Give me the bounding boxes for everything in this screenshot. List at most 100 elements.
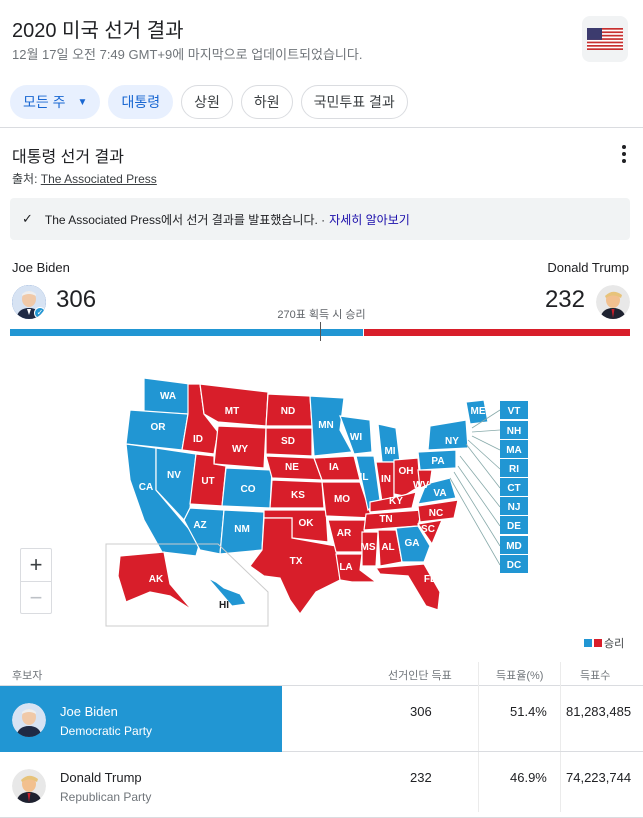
us-flag-icon: [587, 28, 623, 50]
page-title: 2020 미국 선거 결과: [12, 20, 184, 42]
threshold-marker: [320, 322, 321, 341]
chip-label: 국민투표 결과: [313, 94, 395, 110]
header-percent: 득표율(%): [496, 670, 544, 682]
state-label-WA: WA: [160, 391, 176, 402]
state-label-DC: DC: [507, 560, 521, 571]
state-label-OR: OR: [151, 422, 167, 433]
results-table-header: 후보자 선거인단 득표 득표율(%) 득표수: [0, 662, 643, 686]
legend-rep-swatch: [594, 639, 602, 647]
avatar: [12, 703, 46, 737]
state-label-KS: KS: [291, 490, 305, 501]
more-options-icon[interactable]: [616, 143, 632, 165]
chip-senate[interactable]: 상원: [181, 85, 233, 119]
right-candidate-name: Donald Trump: [547, 260, 629, 275]
vote-count: 74,223,744: [566, 770, 632, 785]
threshold-label: 270표 획득 시 승리: [277, 309, 366, 321]
state-MT[interactable]: [199, 383, 269, 427]
state-label-NV: NV: [167, 470, 181, 481]
zoom-out-button[interactable]: −: [21, 581, 51, 613]
state-label-NH: NH: [507, 426, 521, 437]
state-label-FL: FL: [424, 574, 436, 585]
caret-down-icon: ▼: [77, 96, 88, 108]
state-label-WY: WY: [232, 444, 248, 455]
state-label-ME: ME: [471, 406, 486, 417]
state-label-PA: PA: [431, 456, 444, 467]
state-label-DE: DE: [507, 521, 521, 532]
source-prefix: 출처:: [12, 172, 41, 186]
zoom-in-button[interactable]: +: [21, 549, 51, 581]
filter-chips: 모든 주 ▼ 대통령 상원 하원 국민투표 결과: [10, 85, 408, 119]
state-label-MI: MI: [384, 446, 395, 457]
learn-more-link[interactable]: 자세히 알아보기: [329, 211, 410, 228]
chip-label: 모든 주: [23, 94, 66, 110]
legend-dem-swatch: [584, 639, 592, 647]
zoom-control: + −: [20, 548, 52, 614]
state-label-GA: GA: [405, 538, 420, 549]
state-label-NE: NE: [285, 462, 299, 473]
rep-electoral-bar: [364, 329, 630, 336]
state-label-SD: SD: [281, 436, 295, 447]
dem-electoral-bar: [10, 329, 363, 336]
state-label-TN: TN: [379, 514, 392, 525]
electoral-map[interactable]: WA OR CA NV ID MT WY UT AZ CO NM ND SD N…: [100, 370, 540, 630]
vote-percent: 51.4%: [510, 704, 547, 719]
state-label-AR: AR: [337, 528, 352, 539]
state-label-MN: MN: [318, 420, 334, 431]
table-row[interactable]: Donald Trump Republican Party 232 46.9% …: [0, 752, 643, 818]
header-votes: 득표수: [580, 670, 611, 682]
state-label-NJ: NJ: [508, 502, 521, 513]
map-legend: 승리: [584, 635, 624, 651]
updated-timestamp: 12월 17일 오전 7:49 GMT+9에 마지막으로 업데이트되었습니다.: [12, 47, 363, 62]
header: 2020 미국 선거 결과 12월 17일 오전 7:49 GMT+9에 마지막…: [0, 0, 643, 128]
notice-text: The Associated Press에서 선거 결과를 발표했습니다. ·: [44, 212, 326, 227]
state-label-VT: VT: [508, 406, 521, 417]
state-label-LA: LA: [339, 562, 352, 573]
state-label-AK: AK: [149, 574, 164, 585]
state-label-CT: CT: [507, 483, 520, 494]
header-electoral: 선거인단 득표: [388, 670, 452, 682]
state-label-AL: AL: [381, 542, 394, 553]
vote-count: 81,283,485: [566, 704, 632, 719]
state-FL[interactable]: [374, 563, 441, 611]
state-label-MO: MO: [334, 494, 350, 505]
state-label-IL: IL: [360, 472, 369, 483]
avatar: [12, 769, 46, 803]
chip-label: 하원: [253, 94, 280, 110]
state-label-TX: TX: [290, 556, 303, 567]
state-label-CA: CA: [139, 482, 153, 493]
small-states: VT NH MA RI CT NJ DE MD DC: [500, 401, 528, 573]
chip-label: 대통령: [121, 94, 161, 110]
state-label-OH: OH: [399, 466, 414, 477]
state-label-IN: IN: [381, 474, 391, 485]
candidate-party: Republican Party: [60, 790, 152, 804]
state-label-HI: HI: [219, 600, 229, 611]
source-link[interactable]: The Associated Press: [41, 172, 157, 186]
state-label-NM: NM: [234, 524, 250, 535]
state-label-NY: NY: [445, 436, 459, 447]
state-label-UT: UT: [201, 476, 214, 487]
state-label-WV: WV: [413, 480, 429, 491]
electoral-votes: 306: [410, 704, 432, 719]
chip-president[interactable]: 대통령: [108, 85, 174, 119]
state-label-ID: ID: [193, 434, 203, 445]
state-label-NC: NC: [429, 508, 443, 519]
left-candidate-name: Joe Biden: [12, 260, 70, 275]
notice-banner: ✓ The Associated Press에서 선거 결과를 발표했습니다. …: [10, 198, 630, 240]
table-row[interactable]: Joe Biden Democratic Party 306 51.4% 81,…: [0, 686, 643, 752]
state-label-RI: RI: [509, 464, 519, 475]
check-icon: ✓: [22, 211, 33, 226]
us-flag-button[interactable]: [582, 16, 628, 62]
chip-house[interactable]: 하원: [240, 85, 293, 119]
candidate-cell: Joe Biden Democratic Party: [0, 686, 282, 752]
state-label-WI: WI: [350, 432, 362, 443]
chip-referendum[interactable]: 국민투표 결과: [300, 85, 408, 119]
candidate-cell: Donald Trump Republican Party: [0, 752, 282, 818]
state-label-IA: IA: [329, 462, 339, 473]
chip-all-states[interactable]: 모든 주 ▼: [10, 85, 101, 119]
electoral-votes: 232: [410, 770, 432, 785]
state-label-SC: SC: [421, 524, 435, 535]
header-candidate: 후보자: [12, 670, 43, 682]
state-label-ND: ND: [281, 406, 295, 417]
vote-percent: 46.9%: [510, 770, 547, 785]
state-label-AZ: AZ: [193, 520, 206, 531]
